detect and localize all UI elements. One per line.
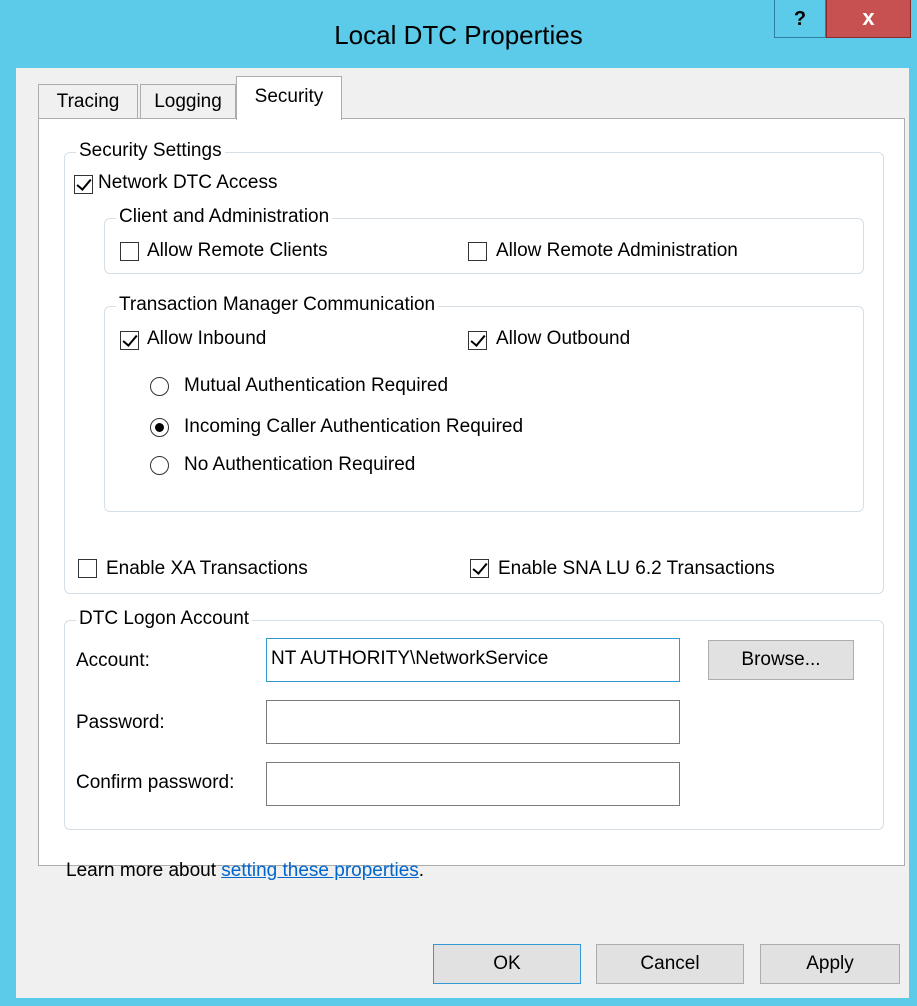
- tab-logging[interactable]: Logging: [140, 84, 236, 120]
- no-auth-radio[interactable]: [150, 456, 169, 475]
- account-label: Account:: [76, 650, 150, 671]
- tm-communication-legend: Transaction Manager Communication: [116, 294, 439, 316]
- enable-xa-label[interactable]: Enable XA Transactions: [106, 558, 308, 580]
- allow-remote-admin-label[interactable]: Allow Remote Administration: [496, 240, 738, 262]
- enable-sna-label[interactable]: Enable SNA LU 6.2 Transactions: [498, 558, 775, 580]
- password-input[interactable]: [266, 700, 680, 744]
- allow-inbound-label[interactable]: Allow Inbound: [147, 328, 266, 350]
- confirm-password-input[interactable]: [266, 762, 680, 806]
- tab-security[interactable]: Security: [236, 76, 342, 120]
- incoming-caller-auth-radio[interactable]: [150, 418, 169, 437]
- enable-sna-checkbox[interactable]: [470, 559, 489, 578]
- learn-more-prefix: Learn more about: [66, 860, 222, 881]
- help-button[interactable]: ?: [774, 0, 826, 38]
- allow-inbound-checkbox[interactable]: [120, 331, 139, 350]
- allow-remote-admin-checkbox[interactable]: [468, 242, 487, 261]
- help-icon: ?: [793, 8, 807, 30]
- allow-outbound-label[interactable]: Allow Outbound: [496, 328, 630, 350]
- account-input[interactable]: NT AUTHORITY\NetworkService: [266, 638, 680, 682]
- dialog-window: Local DTC Properties ? x Tracing Logging…: [0, 0, 917, 1006]
- apply-button[interactable]: Apply: [760, 944, 900, 984]
- no-auth-label[interactable]: No Authentication Required: [184, 454, 415, 476]
- enable-xa-checkbox[interactable]: [78, 559, 97, 578]
- learn-more-suffix: .: [418, 860, 425, 881]
- tab-tracing[interactable]: Tracing: [38, 84, 138, 120]
- mutual-auth-radio[interactable]: [150, 377, 169, 396]
- close-icon: x: [862, 5, 875, 30]
- incoming-caller-auth-label[interactable]: Incoming Caller Authentication Required: [184, 416, 523, 438]
- logon-account-legend: DTC Logon Account: [76, 608, 253, 630]
- client-admin-legend: Client and Administration: [116, 206, 333, 228]
- learn-more-link[interactable]: setting these properties: [221, 860, 419, 881]
- ok-button[interactable]: OK: [433, 944, 581, 984]
- network-dtc-access-label[interactable]: Network DTC Access: [98, 172, 277, 194]
- cancel-button[interactable]: Cancel: [596, 944, 744, 984]
- mutual-auth-label[interactable]: Mutual Authentication Required: [184, 375, 448, 397]
- network-dtc-access-checkbox[interactable]: [74, 175, 93, 194]
- allow-outbound-checkbox[interactable]: [468, 331, 487, 350]
- security-settings-legend: Security Settings: [76, 140, 225, 162]
- allow-remote-clients-checkbox[interactable]: [120, 242, 139, 261]
- browse-button[interactable]: Browse...: [708, 640, 854, 680]
- confirm-password-label: Confirm password:: [76, 772, 235, 793]
- learn-more-text: Learn more about setting these propertie…: [66, 860, 424, 882]
- password-label: Password:: [76, 712, 165, 733]
- close-button[interactable]: x: [826, 0, 911, 38]
- allow-remote-clients-label[interactable]: Allow Remote Clients: [147, 240, 328, 262]
